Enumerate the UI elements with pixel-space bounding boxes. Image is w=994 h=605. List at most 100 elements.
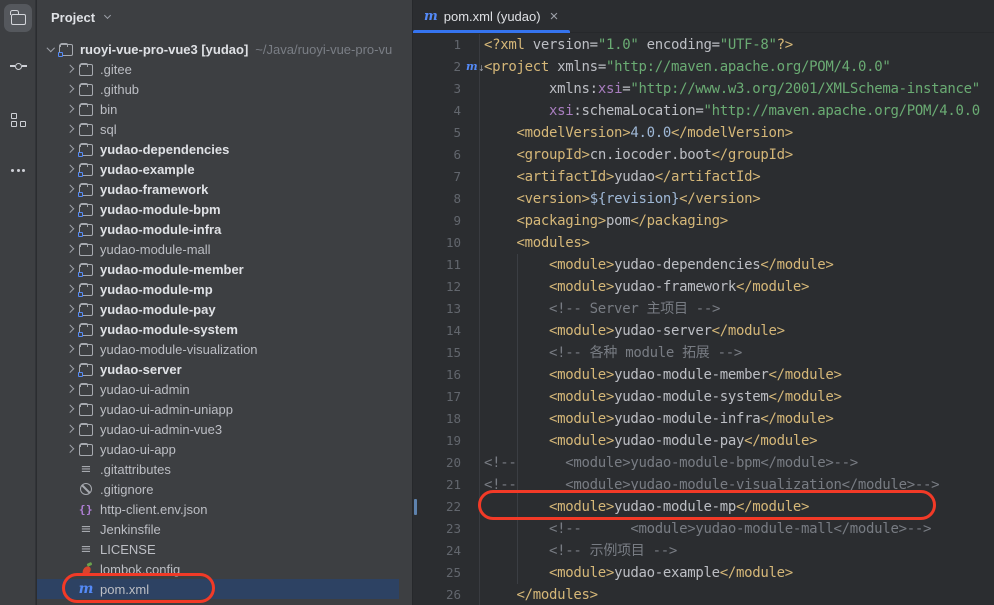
code-line-4[interactable]: 4 xsi:schemaLocation="http://maven.apach… [413,100,994,122]
tree-item-.github[interactable]: .github [37,79,412,99]
tree-item-yudao-ui-app[interactable]: yudao-ui-app [37,439,412,459]
chevron-right-icon[interactable] [63,421,78,437]
code-line-12[interactable]: 12 <module>yudao-framework</module> [413,276,994,298]
tree-item-yudao-module-mp[interactable]: yudao-module-mp [37,279,412,299]
tree-item-http-client.env.json[interactable]: {}http-client.env.json [37,499,412,519]
code-line-7[interactable]: 7 <artifactId>yudao</artifactId> [413,166,994,188]
chevron-right-icon[interactable] [63,161,78,177]
code-line-26[interactable]: 26 </modules> [413,584,994,605]
code-line-17[interactable]: 17 <module>yudao-module-system</module> [413,386,994,408]
chevron-right-icon[interactable] [63,221,78,237]
tree-item-yudao-module-system[interactable]: yudao-module-system [37,319,412,339]
chevron-right-icon[interactable] [63,101,78,117]
code-line-22[interactable]: 22 <module>yudao-module-mp</module> [413,496,994,518]
tree-item-label: yudao-module-mall [100,242,211,257]
code-line-25[interactable]: 25 <module>yudao-example</module> [413,562,994,584]
code-text: xsi:schemaLocation="http://maven.apache.… [480,100,980,122]
tree-item-yudao-ui-admin-uniapp[interactable]: yudao-ui-admin-uniapp [37,399,412,419]
tree-item-Jenkinsfile[interactable]: ≡Jenkinsfile [37,519,412,539]
tree-item-label: http-client.env.json [100,502,207,517]
project-panel-header[interactable]: Project [37,0,412,34]
tree-item-yudao-module-member[interactable]: yudao-module-member [37,259,412,279]
ignore-icon [78,481,94,497]
code-line-15[interactable]: 15 <!-- 各种 module 拓展 --> [413,342,994,364]
chevron-right-icon[interactable] [63,61,78,77]
code-line-13[interactable]: 13 <!-- Server 主项目 --> [413,298,994,320]
code-line-5[interactable]: 5 <modelVersion>4.0.0</modelVersion> [413,122,994,144]
code-line-20[interactable]: 20<!-- <module>yudao-module-bpm</module>… [413,452,994,474]
chevron-right-icon[interactable] [63,381,78,397]
tree-item-yudao-server[interactable]: yudao-server [37,359,412,379]
tree-item-bin[interactable]: bin [37,99,412,119]
tree-item-yudao-dependencies[interactable]: yudao-dependencies [37,139,412,159]
tool-more-button[interactable] [0,152,36,188]
code-line-2[interactable]: 2m<project xmlns="http://maven.apache.or… [413,56,994,78]
commit-icon [10,63,27,70]
code-line-21[interactable]: 21<!-- <module>yudao-module-visualizatio… [413,474,994,496]
tool-commit-button[interactable] [0,48,36,84]
close-icon[interactable]: × [550,9,559,24]
code-line-1[interactable]: 1<?xml version="1.0" encoding="UTF-8"?> [413,34,994,56]
chevron-right-icon[interactable] [63,141,78,157]
code-text: <module>yudao-module-member</module> [480,364,842,386]
chevron-right-icon[interactable] [63,281,78,297]
tree-item-yudao-ui-admin-vue3[interactable]: yudao-ui-admin-vue3 [37,419,412,439]
tree-item-LICENSE[interactable]: ≡LICENSE [37,539,412,559]
chevron-spacer [63,541,78,557]
tree-item-yudao-module-bpm[interactable]: yudao-module-bpm [37,199,412,219]
tree-item-sql[interactable]: sql [37,119,412,139]
chevron-right-icon[interactable] [63,321,78,337]
tree-item-pom.xml[interactable]: mpom.xml [37,579,399,599]
gutter: 20 [413,452,480,474]
code-line-3[interactable]: 3 xmlns:xsi="http://www.w3.org/2001/XMLS… [413,78,994,100]
code-line-6[interactable]: 6 <groupId>cn.iocoder.boot</groupId> [413,144,994,166]
chevron-right-icon[interactable] [63,241,78,257]
code-line-19[interactable]: 19 <module>yudao-module-pay</module> [413,430,994,452]
tree-item-yudao-module-pay[interactable]: yudao-module-pay [37,299,412,319]
tree-item-yudao-framework[interactable]: yudao-framework [37,179,412,199]
code-line-9[interactable]: 9 <packaging>pom</packaging> [413,210,994,232]
gutter: 12 [413,276,480,298]
code-line-8[interactable]: 8 <version>${revision}</version> [413,188,994,210]
chevron-right-icon[interactable] [63,401,78,417]
chevron-right-icon[interactable] [63,441,78,457]
maven-sync-gutter-icon[interactable]: m [466,57,478,77]
code-line-23[interactable]: 23 <!-- <module>yudao-module-mall</modul… [413,518,994,540]
line-number: 21 [446,474,461,496]
chevron-right-icon[interactable] [63,341,78,357]
code-text: <module>yudao-example</module> [480,562,793,584]
chevron-right-icon[interactable] [63,181,78,197]
tree-item-yudao-module-visualization[interactable]: yudao-module-visualization [37,339,412,359]
tree-item-yudao-module-infra[interactable]: yudao-module-infra [37,219,412,239]
chevron-right-icon[interactable] [63,121,78,137]
code-line-14[interactable]: 14 <module>yudao-server</module> [413,320,994,342]
tool-structure-button[interactable] [0,102,36,138]
code-line-24[interactable]: 24 <!-- 示例项目 --> [413,540,994,562]
chevron-right-icon[interactable] [63,201,78,217]
chevron-right-icon[interactable] [63,81,78,97]
chevron-down-icon[interactable] [43,41,58,57]
tab-pom-xml[interactable]: m pom.xml (yudao) × [413,0,570,32]
tree-item-lombok.config[interactable]: lombok.config [37,559,412,579]
tree-item-yudao-ui-admin[interactable]: yudao-ui-admin [37,379,412,399]
code-line-11[interactable]: 11 <module>yudao-dependencies</module> [413,254,994,276]
chevron-right-icon[interactable] [63,361,78,377]
tree-item-.gitattributes[interactable]: ≡.gitattributes [37,459,412,479]
module-folder-icon [78,301,94,317]
tree-item-ruoyi-vue-pro-vue3[interactable]: ruoyi-vue-pro-vue3 [yudao]~/Java/ruoyi-v… [37,39,412,59]
tree-item-.gitee[interactable]: .gitee [37,59,412,79]
gutter: 5 [413,122,480,144]
tree-item-.gitignore[interactable]: .gitignore [37,479,412,499]
code-text: xmlns:xsi="http://www.w3.org/2001/XMLSch… [480,78,980,100]
chevron-right-icon[interactable] [63,261,78,277]
tool-project-button[interactable] [0,0,36,36]
code-line-18[interactable]: 18 <module>yudao-module-infra</module> [413,408,994,430]
project-tree: ruoyi-vue-pro-vue3 [yudao]~/Java/ruoyi-v… [37,34,412,599]
chevron-right-icon[interactable] [63,301,78,317]
code-line-10[interactable]: 10 <modules> [413,232,994,254]
tree-item-yudao-example[interactable]: yudao-example [37,159,412,179]
code-area[interactable]: 1<?xml version="1.0" encoding="UTF-8"?>2… [413,34,994,605]
code-line-16[interactable]: 16 <module>yudao-module-member</module> [413,364,994,386]
tree-item-yudao-module-mall[interactable]: yudao-module-mall [37,239,412,259]
tree-item-label: yudao-module-member [100,262,244,277]
